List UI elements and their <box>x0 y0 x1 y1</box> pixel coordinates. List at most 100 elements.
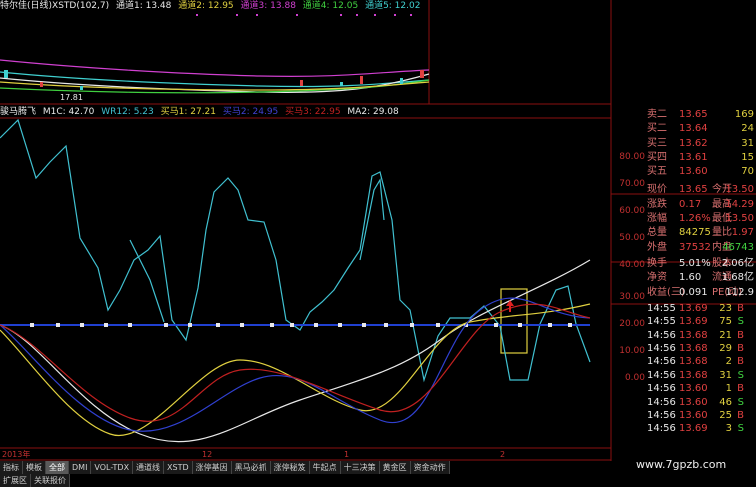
tick-price: 13.68 <box>679 329 708 341</box>
fund-value: 2.06亿 <box>721 257 754 269</box>
fund-value: 5.01% <box>679 257 711 269</box>
tick-row: 14:56 13.68 31 S <box>611 369 756 382</box>
quote-row: 买二 13.64 24 <box>611 122 756 136</box>
tick-time: 14:56 <box>647 369 676 381</box>
signal-dots <box>196 14 412 16</box>
tick-side: S <box>737 369 744 381</box>
tick-row: 14:56 13.60 1 B <box>611 382 756 395</box>
tick-volume: 2 <box>725 356 732 368</box>
quote-price: 13.60 <box>679 166 708 178</box>
fund-label: 净资 <box>647 272 667 284</box>
tick-price: 13.60 <box>679 409 708 421</box>
tab-6[interactable]: XSTD <box>164 461 193 474</box>
tick-side: S <box>737 316 744 328</box>
quote-label: 买二 <box>647 123 667 135</box>
tick-side: B <box>737 356 744 368</box>
quote-volume: 24 <box>741 123 754 135</box>
fund-row: 净资 1.60 流通 1.68亿 <box>611 271 756 285</box>
tab-3[interactable]: DMI <box>69 461 92 474</box>
stats-value: 37532 <box>679 241 711 253</box>
fund-row: 收益(三) 0.091 PE(动) 112.9 <box>611 286 756 300</box>
x-axis-label-0: 2013年 <box>2 449 30 459</box>
tick-volume: 3 <box>725 423 732 435</box>
tick-price: 13.68 <box>679 369 708 381</box>
stats-value: 1.26% <box>679 213 711 225</box>
stats-value: 84275 <box>679 227 711 239</box>
stats-value: 0.17 <box>679 198 702 210</box>
indicator-tab-bar: 指标 模板 全部 DMI VOL-TDX 通道线 XSTD 涨停基因 黑马必抓 涨停秘笈 牛起点 十三… <box>0 461 450 474</box>
quote-price: 13.61 <box>679 151 708 163</box>
stats-label: 总量 <box>647 227 667 239</box>
tick-price: 13.68 <box>679 343 708 355</box>
tick-volume: 75 <box>719 316 732 328</box>
stats-value: 13.50 <box>725 184 754 196</box>
tick-price: 13.68 <box>679 356 708 368</box>
stats-label: 量比 <box>712 227 732 239</box>
watermark: www.7gpzb.com <box>636 458 727 471</box>
tick-row: 14:56 13.68 21 B <box>611 329 756 342</box>
bottom-tab-1[interactable]: 关联报价 <box>31 474 70 487</box>
tab-10[interactable]: 牛起点 <box>309 461 341 474</box>
tick-price: 13.60 <box>679 396 708 408</box>
tab-11[interactable]: 十三决策 <box>340 461 380 474</box>
tab-2[interactable]: 全部 <box>46 461 69 474</box>
fund-value: 0.091 <box>679 286 708 298</box>
price-marker-label: 17.81 <box>60 93 83 102</box>
tick-side: B <box>737 343 744 355</box>
quote-label: 买三 <box>647 137 667 149</box>
tab-8[interactable]: 黑马必抓 <box>231 461 271 474</box>
tab-13[interactable]: 资金动作 <box>410 461 450 474</box>
quote-row: 卖二 13.65 169 <box>611 108 756 122</box>
tick-price: 13.69 <box>679 316 708 328</box>
tick-row: 14:56 13.68 29 B <box>611 342 756 355</box>
stats-label: 涨幅 <box>647 213 667 225</box>
stats-row: 现价 13.65 今开 13.50 <box>611 183 756 197</box>
tick-row: 14:56 13.68 2 B <box>611 355 756 368</box>
quote-price: 13.64 <box>679 123 708 135</box>
tab-9[interactable]: 涨停秘笈 <box>270 461 310 474</box>
tab-12[interactable]: 黄金区 <box>379 461 411 474</box>
tick-time: 14:56 <box>647 423 676 435</box>
quote-volume: 31 <box>741 137 754 149</box>
fund-row: 换手 5.01% 股本 2.06亿 <box>611 257 756 271</box>
wr-line-2 <box>129 239 165 323</box>
stats-value: 13.65 <box>679 184 708 196</box>
tick-row: 14:55 13.69 75 S <box>611 315 756 328</box>
tick-time: 14:56 <box>647 343 676 355</box>
tick-price: 13.69 <box>679 423 708 435</box>
stats-value: 1.97 <box>731 227 754 239</box>
tab-1[interactable]: 模板 <box>23 461 46 474</box>
tick-volume: 46 <box>719 396 732 408</box>
tick-time: 14:56 <box>647 409 676 421</box>
stats-row: 总量 84275 量比 1.97 <box>611 226 756 240</box>
stats-row: 涨幅 1.26% 最低 13.50 <box>611 212 756 226</box>
tick-row: 14:56 13.60 25 B <box>611 409 756 422</box>
quote-volume: 15 <box>741 151 754 163</box>
bottom-tab-0[interactable]: 扩展区 <box>0 474 31 487</box>
tick-row: 14:55 13.69 23 B <box>611 302 756 315</box>
x-axis-label-1: 12 <box>202 450 212 459</box>
tab-4[interactable]: VOL-TDX <box>91 461 134 474</box>
tick-volume: 21 <box>719 329 732 341</box>
tick-volume: 23 <box>719 302 732 314</box>
tick-row: 14:56 13.69 3 S <box>611 422 756 435</box>
fund-value: 112.9 <box>725 286 754 298</box>
tab-7[interactable]: 涨停基因 <box>192 461 232 474</box>
tab-5[interactable]: 通道线 <box>133 461 165 474</box>
bottom-tab-bar: 扩展区 关联报价 <box>0 474 70 487</box>
stats-value: 13.50 <box>725 213 754 225</box>
tick-side: B <box>737 329 744 341</box>
quote-price: 13.65 <box>679 109 708 120</box>
quote-label: 卖二 <box>647 109 667 120</box>
tick-volume: 25 <box>719 409 732 421</box>
tick-time: 14:56 <box>647 356 676 368</box>
quote-price: 13.62 <box>679 137 708 149</box>
quote-row: 买五 13.60 70 <box>611 165 756 179</box>
stats-row: 涨跌 0.17 最高 14.29 <box>611 198 756 212</box>
stats-value: 46743 <box>722 241 754 253</box>
bid-ask-list: 卖二 13.65 169 买二 13.64 24 买三 13.62 31 买四 13.61 15 买五 1… <box>611 108 756 183</box>
tick-price: 13.69 <box>679 302 708 314</box>
quote-row: 买三 13.62 31 <box>611 137 756 151</box>
wr-line-3 <box>359 178 385 261</box>
tab-0[interactable]: 指标 <box>0 461 23 474</box>
